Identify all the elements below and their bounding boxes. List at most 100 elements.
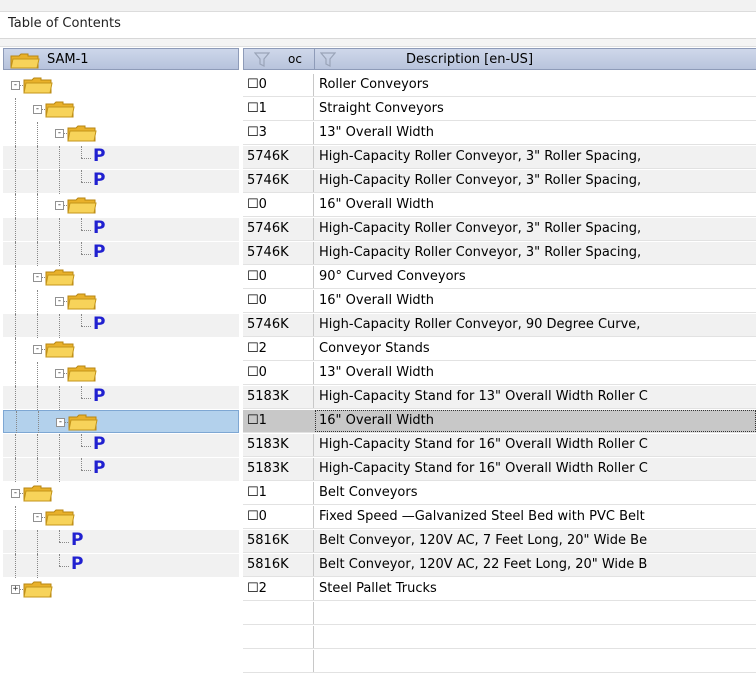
tree-folder-node[interactable]: - (3, 122, 239, 146)
grid-cell-oc[interactable]: ☐1 (243, 482, 314, 504)
grid-cell-description[interactable]: Straight Conveyors (319, 101, 444, 116)
grid-cell-description[interactable]: 13" Overall Width (319, 365, 434, 380)
grid-cell-oc[interactable]: 5746K (243, 314, 314, 336)
grid-cell-oc[interactable]: 5746K (243, 170, 314, 192)
tree-product-node[interactable]: P (3, 386, 239, 410)
grid-cell-description[interactable]: High-Capacity Roller Conveyor, 3" Roller… (319, 245, 641, 260)
grid-cell-oc[interactable]: 5183K (243, 386, 314, 408)
tree-product-node[interactable]: P (3, 530, 239, 554)
grid-cell-description[interactable]: 16" Overall Width (319, 197, 434, 212)
tree-folder-node[interactable]: - (3, 338, 239, 362)
tree-folder-node[interactable]: - (3, 290, 239, 314)
collapse-icon[interactable]: - (33, 105, 42, 114)
grid-cell-oc[interactable]: 5746K (243, 242, 314, 264)
grid-cell-description[interactable]: Belt Conveyor, 120V AC, 7 Feet Long, 20"… (319, 533, 647, 548)
grid-cell-description[interactable]: High-Capacity Roller Conveyor, 3" Roller… (319, 173, 641, 188)
grid-row[interactable]: ☐0 16" Overall Width (243, 194, 756, 217)
grid-cell-oc[interactable]: ☐1 (243, 410, 314, 432)
grid-row[interactable]: ☐1 Straight Conveyors (243, 98, 756, 121)
tree-header[interactable]: SAM-1 (3, 48, 239, 70)
grid-cell-description[interactable]: High-Capacity Roller Conveyor, 3" Roller… (319, 149, 641, 164)
grid-cell-oc[interactable]: 5183K (243, 458, 314, 480)
grid-cell-description[interactable]: Belt Conveyors (319, 485, 417, 500)
grid-cell-description[interactable]: 13" Overall Width (319, 125, 434, 140)
grid-row[interactable]: 5746K High-Capacity Roller Conveyor, 90 D… (243, 314, 756, 337)
grid-row[interactable]: 5816K Belt Conveyor, 120V AC, 7 Feet Long… (243, 530, 756, 553)
collapse-icon[interactable]: - (55, 201, 64, 210)
grid-cell-oc[interactable]: ☐0 (243, 74, 314, 96)
grid-cell-description[interactable]: High-Capacity Stand for 16" Overall Widt… (319, 461, 648, 476)
grid-cell-oc[interactable]: ☐3 (243, 122, 314, 144)
grid-row[interactable]: 5746K High-Capacity Roller Conveyor, 3" R… (243, 218, 756, 241)
grid-row[interactable]: ☐1 16" Overall Width (243, 410, 756, 433)
grid-row[interactable]: ☐2 Steel Pallet Trucks (243, 578, 756, 601)
grid-cell-oc[interactable]: 5816K (243, 530, 314, 552)
grid-cell-oc[interactable]: ☐0 (243, 506, 314, 528)
grid-cell-description[interactable]: High-Capacity Stand for 16" Overall Widt… (319, 437, 648, 452)
grid-row[interactable]: 5746K High-Capacity Roller Conveyor, 3" R… (243, 170, 756, 193)
content-grid[interactable]: ☐0 Roller Conveyors ☐1 Straight Conveyors ☐3… (243, 74, 756, 673)
collapse-icon[interactable]: - (33, 345, 42, 354)
grid-cell-oc[interactable]: 5183K (243, 434, 314, 456)
grid-row[interactable]: ☐0 90° Curved Conveyors (243, 266, 756, 289)
tree-folder-node[interactable]: + (3, 578, 239, 601)
grid-cell-oc[interactable]: ☐2 (243, 338, 314, 360)
grid-cell-oc[interactable]: 5746K (243, 218, 314, 240)
column-header-oc[interactable]: oc (244, 49, 315, 69)
grid-row[interactable]: 5183K High-Capacity Stand for 16" Overall… (243, 434, 756, 457)
collapse-icon[interactable]: - (55, 369, 64, 378)
grid-cell-oc[interactable]: ☐1 (243, 98, 314, 120)
filter-icon[interactable] (254, 52, 270, 68)
grid-cell-description[interactable]: 90° Curved Conveyors (319, 269, 466, 284)
grid-row[interactable]: ☐2 Conveyor Stands (243, 338, 756, 361)
collapse-icon[interactable]: - (56, 418, 65, 427)
collapse-icon[interactable]: - (33, 273, 42, 282)
grid-cell-oc[interactable]: ☐0 (243, 362, 314, 384)
grid-row[interactable]: ☐0 13" Overall Width (243, 362, 756, 385)
grid-cell-description[interactable]: Steel Pallet Trucks (319, 581, 437, 596)
collapse-icon[interactable]: - (11, 81, 20, 90)
grid-row[interactable]: 5746K High-Capacity Roller Conveyor, 3" R… (243, 242, 756, 265)
tree-product-node[interactable]: P (3, 554, 239, 578)
tree-folder-node[interactable]: - (3, 98, 239, 122)
tree-product-node[interactable]: P (3, 242, 239, 266)
grid-row[interactable]: 5183K High-Capacity Stand for 13" Overall… (243, 386, 756, 409)
collapse-icon[interactable]: - (33, 513, 42, 522)
grid-cell-oc[interactable]: ☐0 (243, 194, 314, 216)
grid-cell-oc[interactable]: ☐0 (243, 266, 314, 288)
tree-folder-node[interactable]: - (3, 362, 239, 386)
grid-row[interactable]: 5816K Belt Conveyor, 120V AC, 22 Feet Lon… (243, 554, 756, 577)
collapse-icon[interactable]: - (11, 489, 20, 498)
grid-row[interactable]: 5183K High-Capacity Stand for 16" Overall… (243, 458, 756, 481)
expand-icon[interactable]: + (11, 585, 20, 594)
grid-cell-oc[interactable]: 5746K (243, 146, 314, 168)
tree-product-node[interactable]: P (3, 434, 239, 458)
grid-row[interactable]: ☐0 Fixed Speed —Galvanized Steel Bed with… (243, 506, 756, 529)
collapse-icon[interactable]: - (55, 129, 64, 138)
grid-row[interactable]: ☐3 13" Overall Width (243, 122, 756, 145)
grid-cell-description[interactable]: High-Capacity Roller Conveyor, 3" Roller… (319, 221, 641, 236)
tree-product-node[interactable]: P (3, 314, 239, 338)
grid-cell-description[interactable]: Fixed Speed —Galvanized Steel Bed with P… (319, 509, 645, 524)
tree-folder-node[interactable]: - (3, 74, 239, 97)
tree-folder-node[interactable]: - (3, 410, 239, 435)
grid-cell-description[interactable]: Conveyor Stands (319, 341, 430, 356)
filter-icon[interactable] (320, 52, 336, 68)
grid-cell-description[interactable]: 16" Overall Width (319, 293, 434, 308)
grid-row[interactable]: ☐0 Roller Conveyors (243, 74, 756, 97)
tree-folder-node[interactable]: - (3, 506, 239, 530)
grid-row[interactable]: 5746K High-Capacity Roller Conveyor, 3" R… (243, 146, 756, 169)
tree-product-node[interactable]: P (3, 458, 239, 482)
grid-cell-oc[interactable]: ☐2 (243, 578, 314, 600)
grid-cell-description[interactable]: 16" Overall Width (319, 413, 434, 428)
grid-cell-description[interactable]: Roller Conveyors (319, 77, 429, 92)
tree-product-node[interactable]: P (3, 146, 239, 170)
tree-folder-node[interactable]: - (3, 194, 239, 218)
tree-product-node[interactable]: P (3, 170, 239, 194)
tree-product-node[interactable]: P (3, 218, 239, 242)
tree-view[interactable]: - - - P P - P P - - P - - P - P P - - P P + (3, 74, 239, 641)
collapse-icon[interactable]: - (55, 297, 64, 306)
grid-row[interactable]: ☐0 16" Overall Width (243, 290, 756, 313)
grid-row[interactable]: ☐1 Belt Conveyors (243, 482, 756, 505)
tree-folder-node[interactable]: - (3, 266, 239, 290)
